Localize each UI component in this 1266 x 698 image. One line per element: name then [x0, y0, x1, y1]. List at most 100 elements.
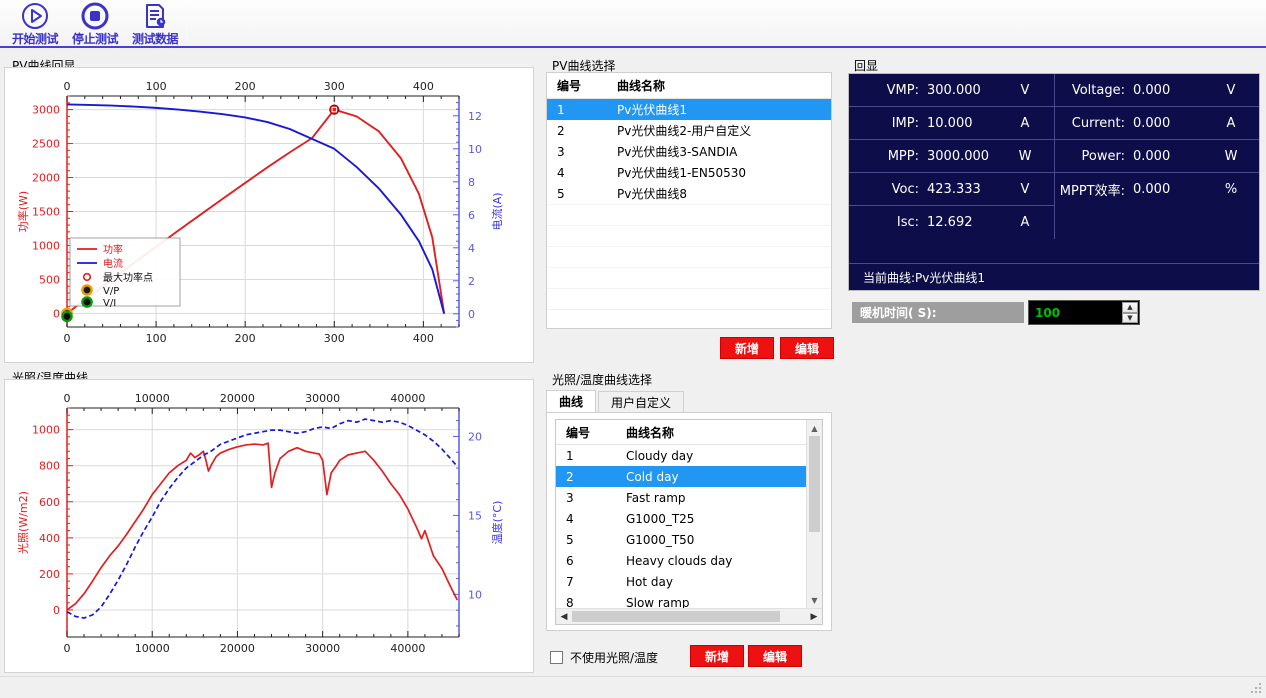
- test-data-button[interactable]: 测试数据: [126, 2, 184, 46]
- table-row[interactable]: 4 Pv光伏曲线1-EN50530: [547, 162, 831, 183]
- xtick-label-bottom: 10000: [135, 642, 170, 655]
- start-test-button[interactable]: 开始测试: [6, 2, 64, 46]
- xtick-label-top: 0: [64, 392, 71, 405]
- empty-row[interactable]: [547, 267, 831, 288]
- irradiance-tabs: 曲线 用户自定义: [546, 390, 686, 412]
- hscroll-thumb[interactable]: [572, 611, 780, 622]
- row-id: 7: [566, 574, 574, 589]
- table-row[interactable]: 6 Heavy clouds day: [556, 550, 822, 571]
- stop-test-button[interactable]: 停止测试: [66, 2, 124, 46]
- pv-curve-plot[interactable]: 0 0 100 100 200 200 300 300 400 400 0 500 1000 1500 20…: [5, 68, 533, 355]
- empty-row[interactable]: [547, 288, 831, 309]
- ytick-label-left: 0: [53, 307, 60, 320]
- pv-curve-list[interactable]: 编号 曲线名称 1 Pv光伏曲线1 2 Pv光伏曲线2-用户自定义 3 Pv光伏曲线3-S…: [546, 72, 832, 329]
- readout-unit: V: [1020, 181, 1030, 197]
- irradiance-temp-plot[interactable]: 0 0 10000 10000 20000 20000 30000 30000 40000 400…: [5, 380, 533, 665]
- xtick-label-top: 200: [235, 80, 256, 93]
- scroll-down-icon[interactable]: ▼: [807, 592, 822, 608]
- spinner-down-icon[interactable]: ▼: [1122, 312, 1138, 323]
- legend-vi-label: V/I: [103, 298, 116, 309]
- irradiance-list-vscrollbar[interactable]: ▲ ▼: [806, 420, 822, 608]
- irradiance-list-hscrollbar[interactable]: ◀ ▶: [556, 608, 822, 624]
- table-row[interactable]: 3 Fast ramp: [556, 487, 822, 508]
- xtick-label-bottom: 400: [413, 332, 434, 345]
- empty-row[interactable]: [547, 204, 831, 225]
- xtick-label-bottom: 100: [146, 332, 167, 345]
- xtick-label-top: 300: [324, 80, 345, 93]
- readout-row: IMP: 10.000 A: [849, 107, 1054, 140]
- spinner-up-icon[interactable]: ▲: [1122, 302, 1138, 313]
- irr-col-name: 曲线名称: [626, 425, 675, 440]
- table-row[interactable]: 2 Cold day: [556, 466, 822, 487]
- resize-grip-icon[interactable]: [1251, 683, 1263, 695]
- empty-row[interactable]: [547, 246, 831, 267]
- pv-curve-list-header: 编号 曲线名称: [547, 73, 831, 99]
- row-id: 2: [566, 469, 574, 484]
- pv-edit-button[interactable]: 编辑: [780, 337, 834, 359]
- table-row[interactable]: 5 Pv光伏曲线8: [547, 183, 831, 204]
- table-row[interactable]: 1 Pv光伏曲线1: [547, 99, 831, 120]
- readout-left-column: VMP: 300.000 V IMP: 10.000 A MPP: 3000.000 W Voc:…: [849, 74, 1054, 239]
- tab-curves[interactable]: 曲线: [546, 390, 597, 412]
- ytick-label-left: 500: [39, 273, 60, 286]
- table-row[interactable]: 5 G1000_T50: [556, 529, 822, 550]
- ytick-label-left: 3000: [32, 104, 60, 117]
- xtick-label-top: 30000: [305, 392, 340, 405]
- y-axis-label: 光照(W/m2): [16, 491, 30, 554]
- row-id: 3: [566, 490, 574, 505]
- readout-row: Voc: 423.333 V: [849, 173, 1054, 206]
- scroll-up-icon[interactable]: ▲: [807, 420, 822, 436]
- readout-key: MPP:: [887, 148, 919, 164]
- pv-curve-chart-group: PV曲线回显 0 0 100 100 200 200 300 300 400 400 0 500 100…: [4, 58, 534, 363]
- readout-title: 回显: [854, 59, 879, 73]
- readout-key: VMP:: [886, 82, 919, 98]
- y2-axis-label: 电流(A): [490, 192, 504, 230]
- table-row[interactable]: 4 G1000_T25: [556, 508, 822, 529]
- series-line: [66, 418, 458, 619]
- checkbox-box[interactable]: [550, 651, 563, 664]
- empty-row[interactable]: [547, 309, 831, 328]
- warmup-time-field[interactable]: 100 ▲ ▼: [1028, 300, 1140, 325]
- table-row[interactable]: 2 Pv光伏曲线2-用户自定义: [547, 120, 831, 141]
- warmup-time-spinner[interactable]: ▲ ▼: [1122, 302, 1138, 323]
- y-axis-label: 功率(W): [16, 191, 30, 232]
- disable-irradiance-checkbox[interactable]: 不使用光照/温度: [550, 649, 658, 666]
- xtick-label-top: 100: [146, 80, 167, 93]
- readout-key: MPPT效率:: [1059, 184, 1125, 199]
- xtick-label-bottom: 300: [324, 332, 345, 345]
- scroll-right-icon[interactable]: ▶: [806, 609, 822, 624]
- max-power-point-marker: [329, 104, 340, 115]
- irradiance-add-button[interactable]: 新增: [690, 645, 744, 667]
- legend-vp-swatch: [81, 284, 93, 296]
- stop-test-label: 停止测试: [71, 32, 119, 46]
- scroll-left-icon[interactable]: ◀: [556, 609, 572, 624]
- ytick-label-right: 12: [468, 110, 482, 123]
- row-name: Pv光伏曲线8: [617, 187, 687, 201]
- irr-col-id: 编号: [566, 425, 591, 440]
- vscroll-thumb[interactable]: [809, 436, 820, 532]
- xtick-label-bottom: 30000: [305, 642, 340, 655]
- irradiance-edit-button[interactable]: 编辑: [748, 645, 802, 667]
- irradiance-curve-list[interactable]: 编号 曲线名称 1 Cloudy day 2 Cold day 3 Fast ramp 4 G…: [555, 419, 823, 625]
- ytick-label-right: 10: [468, 588, 482, 601]
- table-row[interactable]: 3 Pv光伏曲线3-SANDIA: [547, 141, 831, 162]
- readout-row: MPP: 3000.000 W: [849, 140, 1054, 173]
- irradiance-select-title: 光照/温度曲线选择: [552, 373, 653, 387]
- row-id: 6: [566, 553, 574, 568]
- irradiance-list-header: 编号 曲线名称: [556, 420, 822, 445]
- tab-user-defined[interactable]: 用户自定义: [598, 391, 685, 412]
- readout-unit: %: [1224, 182, 1238, 197]
- ytick-label-right: 0: [468, 308, 475, 321]
- table-row[interactable]: 8 Slow ramp: [556, 592, 822, 610]
- ytick-label-left: 200: [39, 568, 60, 581]
- pv-add-button[interactable]: 新增: [720, 337, 774, 359]
- stop-circle-icon: [81, 2, 109, 30]
- ytick-label-left: 2500: [32, 138, 60, 151]
- row-name: G1000_T50: [626, 532, 695, 547]
- row-name: Pv光伏曲线3-SANDIA: [617, 145, 738, 159]
- table-row[interactable]: 1 Cloudy day: [556, 445, 822, 466]
- table-row[interactable]: 7 Hot day: [556, 571, 822, 592]
- empty-row[interactable]: [547, 225, 831, 246]
- readout-value: 10.000: [927, 115, 973, 131]
- readout-key: Power:: [1081, 148, 1125, 164]
